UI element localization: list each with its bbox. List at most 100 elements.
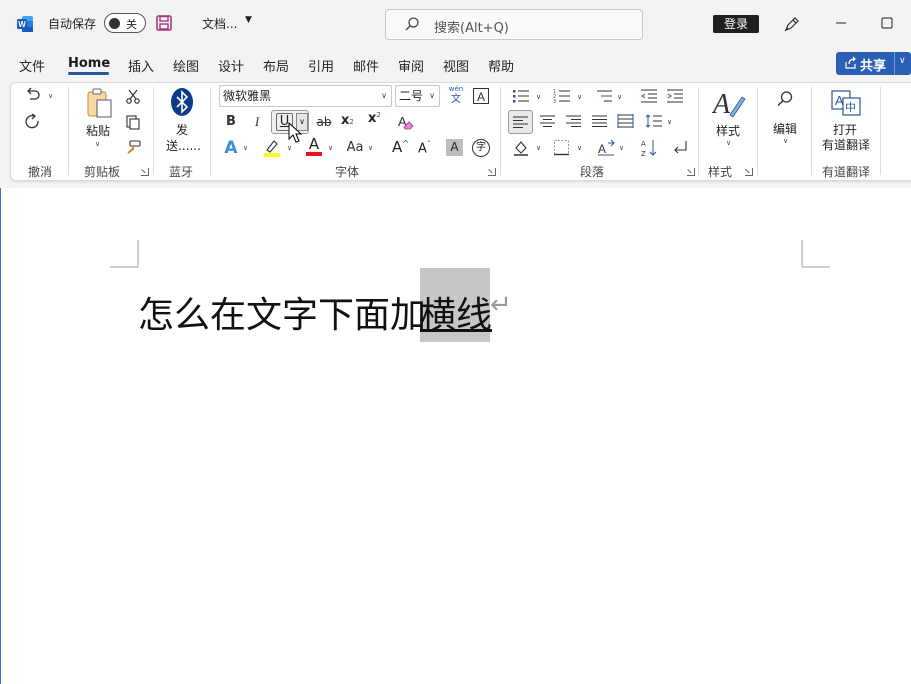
- numbering-icon[interactable]: 123: [553, 88, 571, 104]
- clipboard-launcher-icon[interactable]: [141, 168, 149, 176]
- superscript-button[interactable]: x2: [368, 111, 390, 133]
- redo-icon[interactable]: [24, 113, 42, 131]
- youdao-label[interactable]: 有道翻译: [822, 136, 870, 153]
- login-button[interactable]: 登录: [713, 15, 759, 33]
- shrink-font-button[interactable]: Aˇ: [418, 140, 431, 156]
- maximize-icon[interactable]: [878, 14, 896, 32]
- styles-dropdown-icon[interactable]: ∨: [726, 139, 731, 147]
- chevron-down-icon[interactable]: ∨: [899, 56, 906, 66]
- strikethrough-button[interactable]: ab: [313, 111, 335, 133]
- chinese-layout-icon[interactable]: A: [596, 139, 616, 157]
- styles-launcher-icon[interactable]: [745, 168, 753, 176]
- format-painter-icon[interactable]: [125, 139, 141, 155]
- clear-formatting-icon[interactable]: A: [396, 113, 414, 131]
- search-input[interactable]: 搜索(Alt+Q): [385, 9, 643, 40]
- font-name-select[interactable]: 微软雅黑 ∨: [219, 85, 392, 107]
- pen-icon[interactable]: [782, 14, 802, 34]
- bullets-dropdown-icon[interactable]: ∨: [536, 93, 541, 101]
- share-button[interactable]: 共享 ∨: [836, 52, 911, 75]
- tab-design[interactable]: 设计: [218, 56, 244, 75]
- paste-dropdown-icon[interactable]: ∨: [95, 140, 100, 148]
- shading-dropdown-icon[interactable]: ∨: [536, 144, 541, 152]
- save-icon[interactable]: [155, 14, 173, 32]
- align-right-icon[interactable]: [565, 114, 582, 128]
- line-spacing-dropdown-icon[interactable]: ∨: [667, 118, 672, 126]
- styles-icon[interactable]: A: [712, 87, 746, 119]
- change-case-dropdown-icon[interactable]: ∨: [368, 144, 373, 152]
- line-spacing-icon[interactable]: [645, 113, 663, 129]
- multilevel-list-icon[interactable]: [595, 88, 613, 104]
- justify-icon[interactable]: [591, 114, 608, 128]
- tab-help[interactable]: 帮助: [488, 56, 514, 75]
- character-shading-button[interactable]: A: [446, 139, 463, 156]
- styles-label[interactable]: 样式: [716, 122, 740, 139]
- subscript-button[interactable]: x2: [341, 113, 363, 135]
- tab-insert[interactable]: 插入: [128, 56, 154, 75]
- borders-dropdown-icon[interactable]: ∨: [577, 144, 582, 152]
- tab-file[interactable]: 文件: [19, 56, 45, 75]
- highlight-icon[interactable]: [262, 138, 282, 158]
- minimize-icon[interactable]: [832, 14, 850, 32]
- tab-draw[interactable]: 绘图: [173, 56, 199, 75]
- italic-button[interactable]: I: [246, 111, 268, 133]
- tab-mailings[interactable]: 邮件: [353, 56, 379, 75]
- borders-icon[interactable]: [553, 139, 570, 156]
- mouse-cursor-icon: [288, 122, 302, 143]
- decrease-indent-icon[interactable]: [640, 88, 658, 104]
- undo-dropdown-icon[interactable]: ∨: [48, 92, 53, 100]
- paragraph-launcher-icon[interactable]: [687, 168, 695, 176]
- copy-icon[interactable]: [125, 114, 141, 130]
- undo-icon[interactable]: [24, 87, 42, 103]
- send-label-line2[interactable]: 送......: [166, 137, 201, 154]
- paste-label[interactable]: 粘贴: [86, 122, 110, 139]
- tab-home[interactable]: Home: [68, 56, 110, 71]
- numbering-dropdown-icon[interactable]: ∨: [577, 93, 582, 101]
- edit-label[interactable]: 编辑: [773, 120, 797, 137]
- cut-icon[interactable]: [125, 88, 141, 104]
- tab-view[interactable]: 视图: [443, 56, 469, 75]
- chevron-down-icon[interactable]: ▼: [245, 15, 252, 25]
- find-icon[interactable]: [776, 90, 794, 108]
- multilevel-dropdown-icon[interactable]: ∨: [617, 93, 622, 101]
- font-name-value: 微软雅黑: [223, 89, 272, 103]
- show-marks-icon[interactable]: [671, 139, 689, 156]
- distributed-icon[interactable]: [617, 113, 634, 129]
- enclose-characters-button[interactable]: 字: [472, 139, 490, 157]
- translate-icon[interactable]: A 中: [830, 88, 862, 118]
- font-color-button[interactable]: A: [305, 136, 323, 158]
- tab-review[interactable]: 审阅: [398, 56, 424, 75]
- search-placeholder: 搜索(Alt+Q): [434, 21, 509, 36]
- group-divider: [210, 87, 211, 175]
- font-color-dropdown-icon[interactable]: ∨: [328, 144, 333, 152]
- shading-icon[interactable]: [512, 139, 530, 157]
- text-effects-button[interactable]: A: [220, 137, 242, 159]
- font-launcher-icon[interactable]: [488, 168, 496, 176]
- grow-font-label: A: [392, 138, 403, 156]
- chinese-layout-dropdown-icon[interactable]: ∨: [619, 144, 624, 152]
- tab-references[interactable]: 引用: [308, 56, 334, 75]
- text-effects-dropdown-icon[interactable]: ∨: [243, 144, 248, 152]
- grow-font-button[interactable]: A^: [392, 138, 409, 156]
- character-border-icon[interactable]: A: [472, 87, 490, 105]
- font-size-select[interactable]: 二号 ∨: [395, 85, 440, 107]
- change-case-button[interactable]: Aa: [344, 137, 366, 159]
- align-center-icon[interactable]: [539, 114, 556, 128]
- bold-button[interactable]: B: [220, 111, 242, 133]
- document-title[interactable]: 文档...: [202, 15, 237, 32]
- margin-corner-top-left: [110, 240, 139, 268]
- paste-icon[interactable]: [84, 87, 114, 119]
- bullets-icon[interactable]: [512, 88, 530, 104]
- increase-indent-icon[interactable]: [666, 88, 684, 104]
- phonetic-guide-button[interactable]: wén 文: [446, 85, 466, 107]
- send-label-line1[interactable]: 发: [176, 121, 188, 138]
- align-left-button[interactable]: [508, 110, 533, 134]
- svg-text:中: 中: [845, 101, 856, 114]
- autosave-toggle[interactable]: 关: [104, 13, 146, 33]
- sort-icon[interactable]: AZ: [640, 138, 658, 158]
- selected-underlined-text[interactable]: 横线: [420, 286, 492, 338]
- document-text[interactable]: 怎么在文字下面加: [138, 286, 426, 338]
- tab-layout[interactable]: 布局: [263, 56, 289, 75]
- edit-dropdown-icon[interactable]: ∨: [783, 137, 788, 145]
- highlight-dropdown-icon[interactable]: ∨: [287, 144, 292, 152]
- bluetooth-icon[interactable]: [170, 87, 194, 117]
